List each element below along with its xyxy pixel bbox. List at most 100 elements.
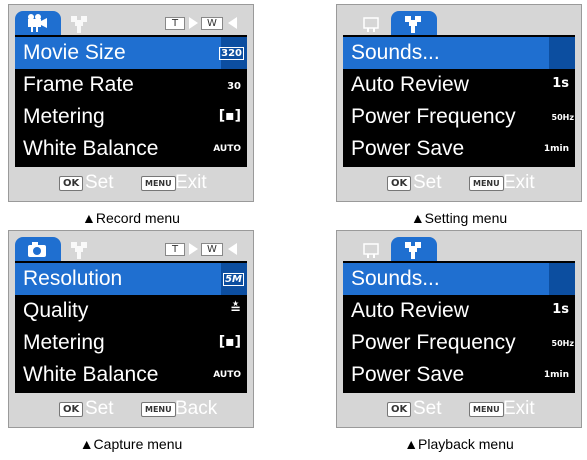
menu-key[interactable]: MENU <box>469 176 504 191</box>
menu-item-power-frequency[interactable]: Power Frequency 50Hz <box>343 327 575 359</box>
menu-key[interactable]: MENU <box>141 176 176 191</box>
exit-label: Exit <box>175 172 207 193</box>
white-balance-icon: AUTO <box>213 144 241 154</box>
arrow-left-icon <box>228 243 237 255</box>
menu-key[interactable]: MENU <box>469 402 504 417</box>
menu-item-label: Power Save <box>351 363 465 386</box>
set-label: Set <box>85 172 114 193</box>
caption-setting: ▲Setting menu <box>410 210 508 226</box>
value-highlight <box>549 263 575 295</box>
tab-record[interactable] <box>357 11 391 35</box>
menu-screen: Resolution 5M Quality ≛ Metering [▪] Whi… <box>15 261 247 393</box>
power-save-value: 1min <box>543 144 569 154</box>
power-save-value: 1min <box>543 370 569 380</box>
value-highlight <box>549 37 575 69</box>
menu-item-auto-review[interactable]: Auto Review 1s <box>343 69 575 101</box>
playback-menu-panel: Sounds... Auto Review 1s Power Frequency… <box>336 230 582 428</box>
video-camera-icon <box>28 14 47 32</box>
ok-key[interactable]: OK <box>387 176 412 191</box>
menu-item-label: Auto Review <box>351 73 469 96</box>
menu-item-label: Sounds... <box>351 267 440 290</box>
menu-item-label: Power Frequency <box>351 105 516 128</box>
wrench-icon <box>71 242 87 259</box>
tab-record[interactable] <box>15 11 61 35</box>
record-menu-panel: T W Movie Size 320 Frame Rate 30 Meterin… <box>8 4 254 202</box>
arrow-left-icon <box>228 17 237 29</box>
menu-key[interactable]: MENU <box>141 402 176 417</box>
movie-size-icon: 320 <box>219 47 244 60</box>
auto-review-value: 1s <box>552 76 569 91</box>
menu-item-power-frequency[interactable]: Power Frequency 50Hz <box>343 101 575 133</box>
menu-item-label: Power Frequency <box>351 331 516 354</box>
ok-key[interactable]: OK <box>387 402 412 417</box>
menu-item-quality[interactable]: Quality ≛ <box>15 295 247 327</box>
footer-bar: OK Set MENU Exit <box>15 171 247 197</box>
tele-chip: T <box>165 243 185 256</box>
menu-item-metering[interactable]: Metering [▪] <box>15 101 247 133</box>
menu-item-sounds[interactable]: Sounds... <box>343 263 575 295</box>
tab-setup[interactable] <box>63 11 99 35</box>
menu-item-auto-review[interactable]: Auto Review 1s <box>343 295 575 327</box>
exit-label: Exit <box>503 172 535 193</box>
menu-screen: Sounds... Auto Review 1s Power Frequency… <box>343 261 575 393</box>
menu-screen: Sounds... Auto Review 1s Power Frequency… <box>343 35 575 167</box>
wrench-icon <box>405 16 421 33</box>
ok-key[interactable]: OK <box>59 402 84 417</box>
menu-item-label: Power Save <box>351 137 465 160</box>
wrench-icon <box>405 242 421 259</box>
menu-item-frame-rate[interactable]: Frame Rate 30 <box>15 69 247 101</box>
menu-item-movie-size[interactable]: Movie Size 320 <box>15 37 247 69</box>
quality-icon: ≛ <box>230 302 241 317</box>
menu-item-label: Sounds... <box>351 41 440 64</box>
menu-item-resolution[interactable]: Resolution 5M <box>15 263 247 295</box>
tab-setup[interactable] <box>391 11 437 35</box>
wrench-icon <box>71 16 87 33</box>
wide-chip: W <box>201 243 223 256</box>
caption-capture: ▲Capture menu <box>79 436 183 452</box>
menu-item-power-save[interactable]: Power Save 1min <box>343 359 575 391</box>
menu-item-label: Quality <box>23 299 89 322</box>
menu-screen: Movie Size 320 Frame Rate 30 Metering [▪… <box>15 35 247 167</box>
metering-icon: [▪] <box>218 334 241 350</box>
tab-setup[interactable] <box>391 237 437 261</box>
menu-item-label: White Balance <box>23 137 159 160</box>
footer-bar: OK Set MENU Exit <box>343 397 575 423</box>
menu-item-metering[interactable]: Metering [▪] <box>15 327 247 359</box>
set-label: Set <box>85 398 114 419</box>
footer-bar: OK Set MENU Back <box>15 397 247 423</box>
footer-bar: OK Set MENU Exit <box>343 171 575 197</box>
menu-item-label: Frame Rate <box>23 73 134 96</box>
caption-record: ▲Record menu <box>82 210 180 226</box>
tab-playback[interactable] <box>357 237 391 261</box>
menu-item-sounds[interactable]: Sounds... <box>343 37 575 69</box>
menu-item-white-balance[interactable]: White Balance AUTO <box>15 133 247 165</box>
menu-item-label: Resolution <box>23 267 123 290</box>
menu-item-white-balance[interactable]: White Balance AUTO <box>15 359 247 391</box>
exit-label: Exit <box>503 398 535 419</box>
tab-setup[interactable] <box>63 237 99 261</box>
frame-rate-icon: 30 <box>227 81 241 92</box>
setting-menu-panel: Sounds... Auto Review 1s Power Frequency… <box>336 4 582 202</box>
arrow-right-icon <box>189 17 198 29</box>
metering-icon: [▪] <box>218 108 241 124</box>
tab-capture[interactable] <box>15 237 61 261</box>
caption-playback: ▲Playback menu <box>404 436 514 452</box>
menu-item-label: Metering <box>23 105 105 128</box>
playback-screen-icon <box>363 243 379 258</box>
set-label: Set <box>413 398 442 419</box>
camera-icon <box>28 242 46 257</box>
menu-item-label: White Balance <box>23 363 159 386</box>
tele-chip: T <box>165 17 185 30</box>
menu-item-label: Movie Size <box>23 41 126 64</box>
white-balance-icon: AUTO <box>213 370 241 380</box>
set-label: Set <box>413 172 442 193</box>
auto-review-value: 1s <box>552 302 569 317</box>
back-label: Back <box>175 398 218 419</box>
ok-key[interactable]: OK <box>59 176 84 191</box>
menu-item-power-save[interactable]: Power Save 1min <box>343 133 575 165</box>
power-frequency-icon: 50Hz <box>551 113 574 122</box>
menu-item-label: Auto Review <box>351 299 469 322</box>
capture-menu-panel: T W Resolution 5M Quality ≛ Metering [▪]… <box>8 230 254 428</box>
wide-chip: W <box>201 17 223 30</box>
menu-item-label: Metering <box>23 331 105 354</box>
